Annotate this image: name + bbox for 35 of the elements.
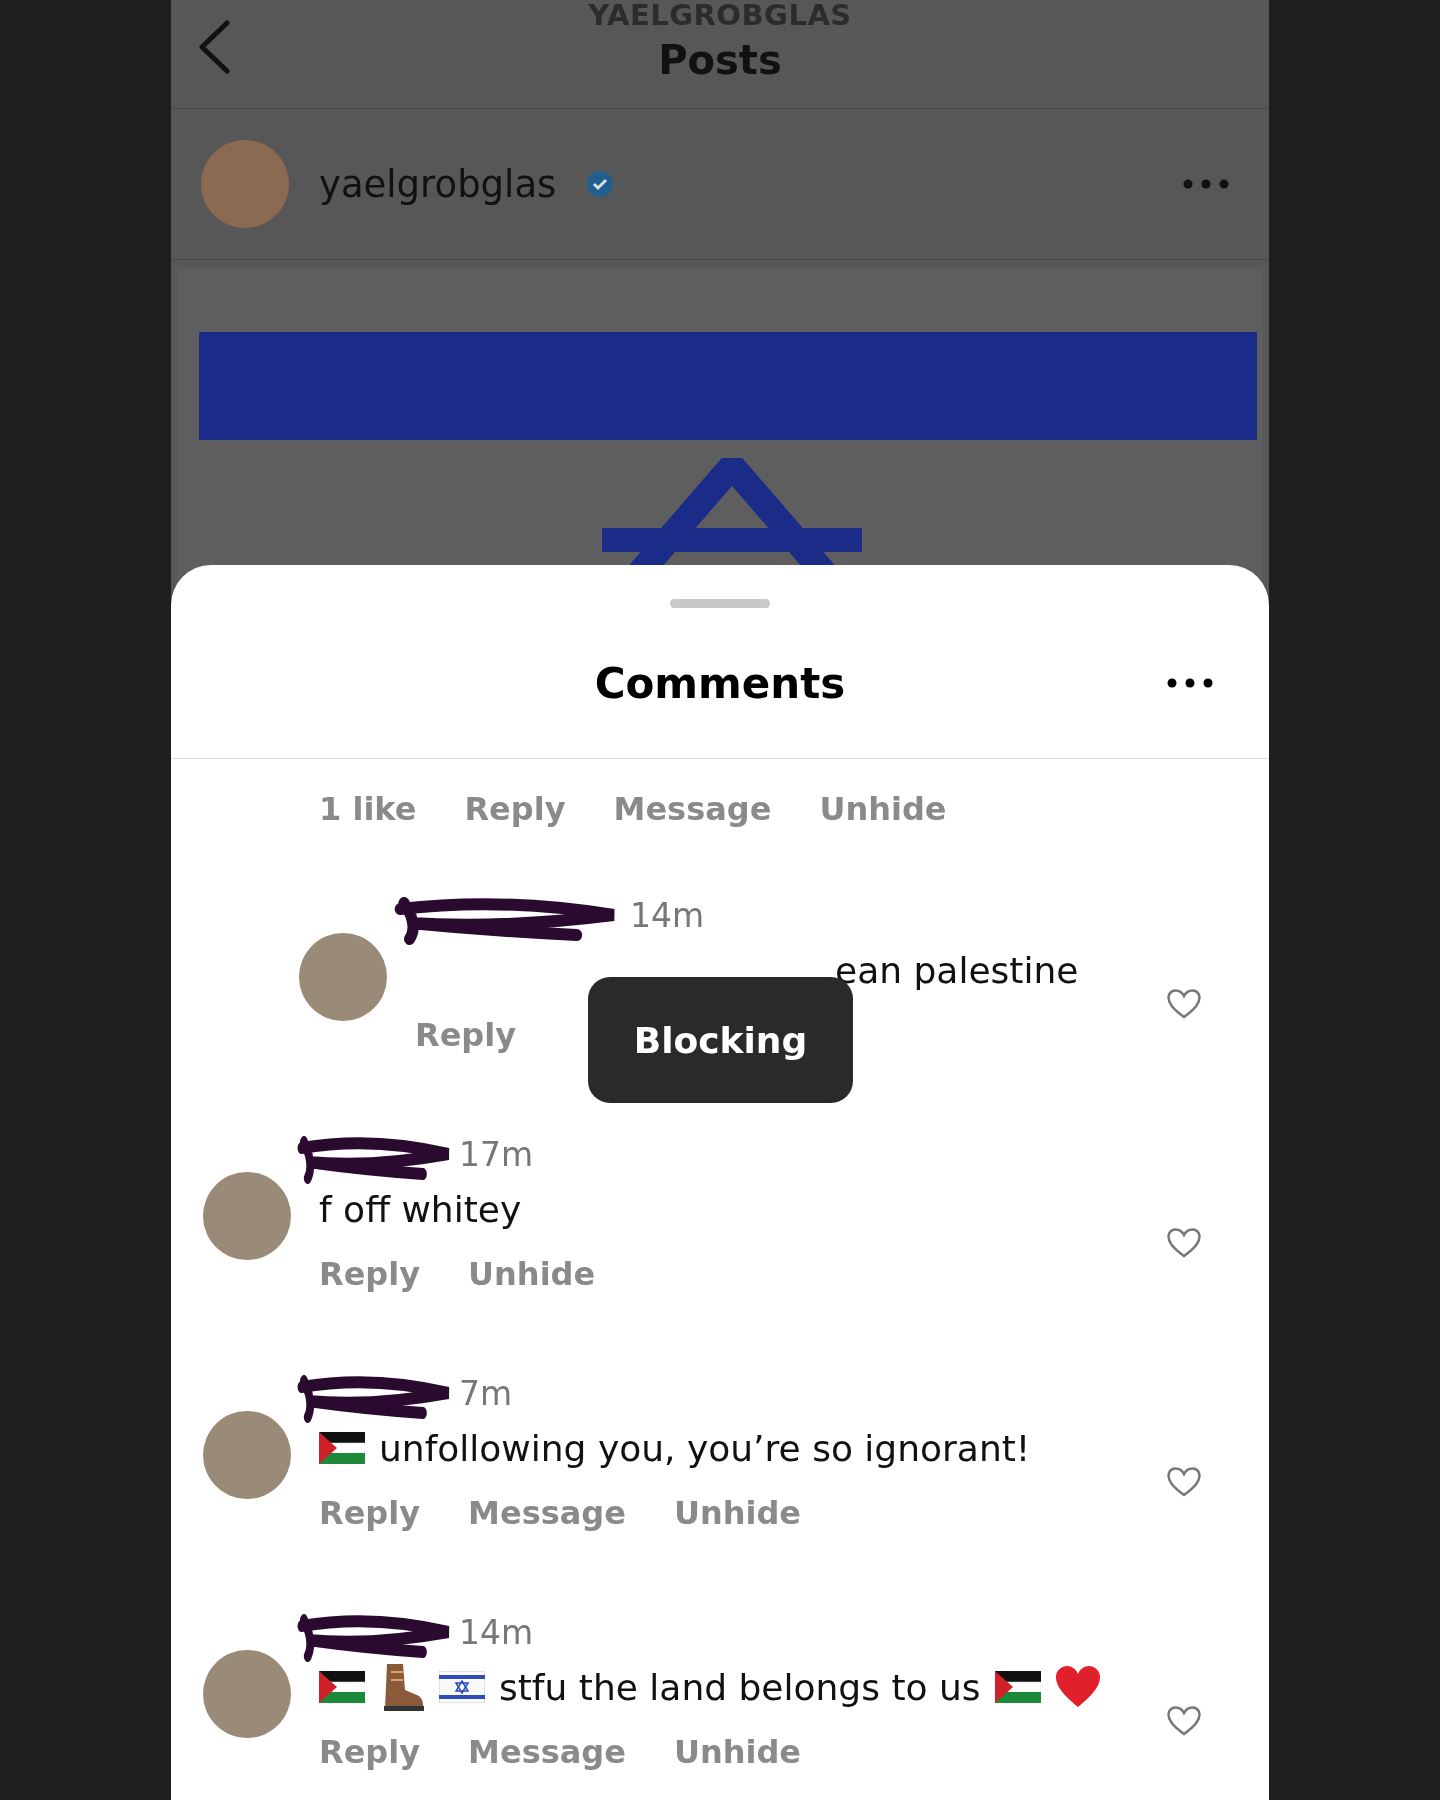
like-heart-icon[interactable] (1167, 1228, 1201, 1258)
heart-icon (1054, 1665, 1101, 1709)
comment-action-link[interactable]: Unhide (468, 1255, 596, 1293)
flag-icon (319, 1432, 365, 1464)
comment-action-link[interactable]: Message (468, 1494, 626, 1532)
more-icon[interactable] (1167, 678, 1213, 688)
sheet-title: Comments (594, 658, 846, 708)
comment-action-link[interactable]: 1 like (319, 790, 417, 828)
drag-handle[interactable] (670, 599, 770, 608)
comment-action-link[interactable]: Reply (319, 1494, 421, 1532)
username[interactable]: yaelgrobglas (319, 162, 557, 206)
comment-action-link[interactable]: Unhide (673, 1494, 802, 1532)
comment-action-link[interactable]: Unhide (819, 790, 947, 828)
page-title: Posts (658, 36, 782, 85)
comment-action-link[interactable]: Reply (415, 1016, 517, 1054)
comment-text: stfu the land belongs to us (499, 1666, 981, 1708)
comment-action-link[interactable]: Message (468, 1733, 626, 1771)
back-icon[interactable] (197, 20, 231, 74)
comment-action-link[interactable]: Reply (319, 1733, 421, 1771)
like-heart-icon[interactable] (1167, 1706, 1201, 1736)
flag-icon (994, 1671, 1041, 1703)
comment-text: unfollowing you, you’re so ignorant! (379, 1427, 1031, 1469)
comment-action-link[interactable]: Reply (464, 790, 566, 828)
comment-text: f off whitey (319, 1188, 522, 1230)
comment-action-link[interactable]: Unhide (673, 1733, 802, 1771)
like-heart-icon[interactable] (1167, 1467, 1201, 1497)
like-heart-icon[interactable] (1167, 989, 1201, 1019)
comment-time: 14m (459, 1613, 534, 1652)
flag-icon (439, 1671, 485, 1703)
comment-time: 7m (459, 1374, 513, 1413)
flag-icon (319, 1671, 365, 1703)
comment-time: 17m (459, 1135, 534, 1174)
comment-action-link[interactable]: Reply (319, 1255, 421, 1293)
comment-action-link[interactable]: Message (613, 790, 772, 828)
comment-time: 14m (630, 896, 705, 935)
